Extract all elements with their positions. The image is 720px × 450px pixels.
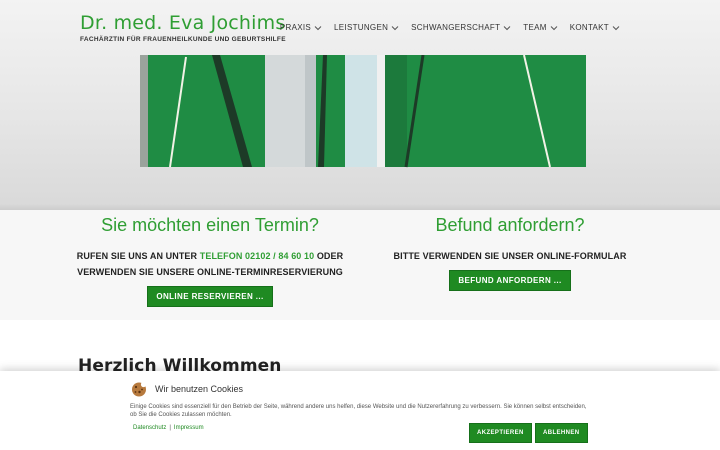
artwork-panel-2 [265, 55, 345, 167]
cookie-links: Datenschutz | Impressum [133, 425, 204, 431]
chevron-down-icon [550, 24, 558, 32]
nav-item-team[interactable]: TEAM [523, 23, 558, 32]
cta-section: Sie möchten einen Termin? RUFEN SIE UNS … [0, 210, 720, 320]
appointment-text-suffix: ODER [314, 251, 344, 261]
online-reserve-button[interactable]: ONLINE RESERVIEREN ... [147, 286, 273, 307]
hero-artwork-image [140, 55, 588, 169]
nav-item-label: TEAM [523, 23, 547, 32]
chevron-down-icon [612, 24, 620, 32]
nav-item-schwangerschaft[interactable]: SCHWANGERSCHAFT [411, 23, 511, 32]
appointment-block: Sie möchten einen Termin? RUFEN SIE UNS … [60, 214, 360, 307]
cookie-description: Einige Cookies sind essenziell für den B… [130, 404, 587, 418]
findings-text: BITTE VERWENDEN SIE UNSER ONLINE-FORMULA… [393, 251, 627, 261]
phone-link[interactable]: TELEFON 02102 / 84 60 10 [200, 251, 314, 261]
findings-block: Befund anfordern? BITTE VERWENDEN SIE UN… [360, 214, 660, 291]
nav-item-label: PRAXIS [279, 23, 312, 32]
nav-item-label: SCHWANGERSCHAFT [411, 23, 501, 32]
nav-item-praxis[interactable]: PRAXIS [280, 23, 322, 32]
appointment-text-line2: VERWENDEN SIE UNSERE ONLINE-TERMINRESERV… [77, 267, 343, 277]
main-nav: PRAXIS LEISTUNGEN SCHWANGERSCHAFT TEAM K… [280, 23, 620, 32]
chevron-down-icon [503, 24, 511, 32]
brand-name: Dr. med. Eva Jochims [80, 12, 286, 34]
cookie-banner: Wir benutzen Cookies Einige Cookies sind… [0, 371, 720, 450]
artwork-panel-1 [140, 55, 265, 168]
findings-title: Befund anfordern? [435, 215, 585, 235]
cookie-icon [130, 381, 148, 397]
chevron-down-icon [314, 24, 322, 32]
artwork-panel-4 [385, 55, 586, 168]
appointment-title: Sie möchten einen Termin? [101, 215, 319, 235]
imprint-link[interactable]: Impressum [174, 425, 204, 431]
hero-header: Dr. med. Eva Jochims FACHÄRZTIN FÜR FRAU… [0, 0, 720, 210]
appointment-text: RUFEN SIE UNS AN UNTER TELEFON 02102 / 8… [60, 248, 360, 280]
decline-cookies-button[interactable]: ABLEHNEN [535, 423, 588, 443]
brand-logo[interactable]: Dr. med. Eva Jochims FACHÄRZTIN FÜR FRAU… [80, 12, 286, 43]
privacy-link[interactable]: Datenschutz [133, 425, 166, 431]
nav-item-label: KONTAKT [569, 23, 609, 32]
nav-item-kontakt[interactable]: KONTAKT [570, 23, 620, 32]
accept-cookies-button[interactable]: AKZEPTIEREN [469, 423, 532, 443]
brand-subtitle: FACHÄRZTIN FÜR FRAUENHEILKUNDE UND GEBUR… [80, 36, 286, 43]
appointment-text-prefix: RUFEN SIE UNS AN UNTER [76, 251, 200, 261]
link-separator: | [169, 425, 171, 431]
cookie-title: Wir benutzen Cookies [155, 384, 244, 394]
chevron-down-icon [391, 24, 399, 32]
artwork-panel-3 [345, 55, 385, 167]
nav-item-leistungen[interactable]: LEISTUNGEN [334, 23, 399, 32]
nav-item-label: LEISTUNGEN [334, 23, 389, 32]
request-findings-button[interactable]: BEFUND ANFORDERN ... [449, 270, 571, 291]
